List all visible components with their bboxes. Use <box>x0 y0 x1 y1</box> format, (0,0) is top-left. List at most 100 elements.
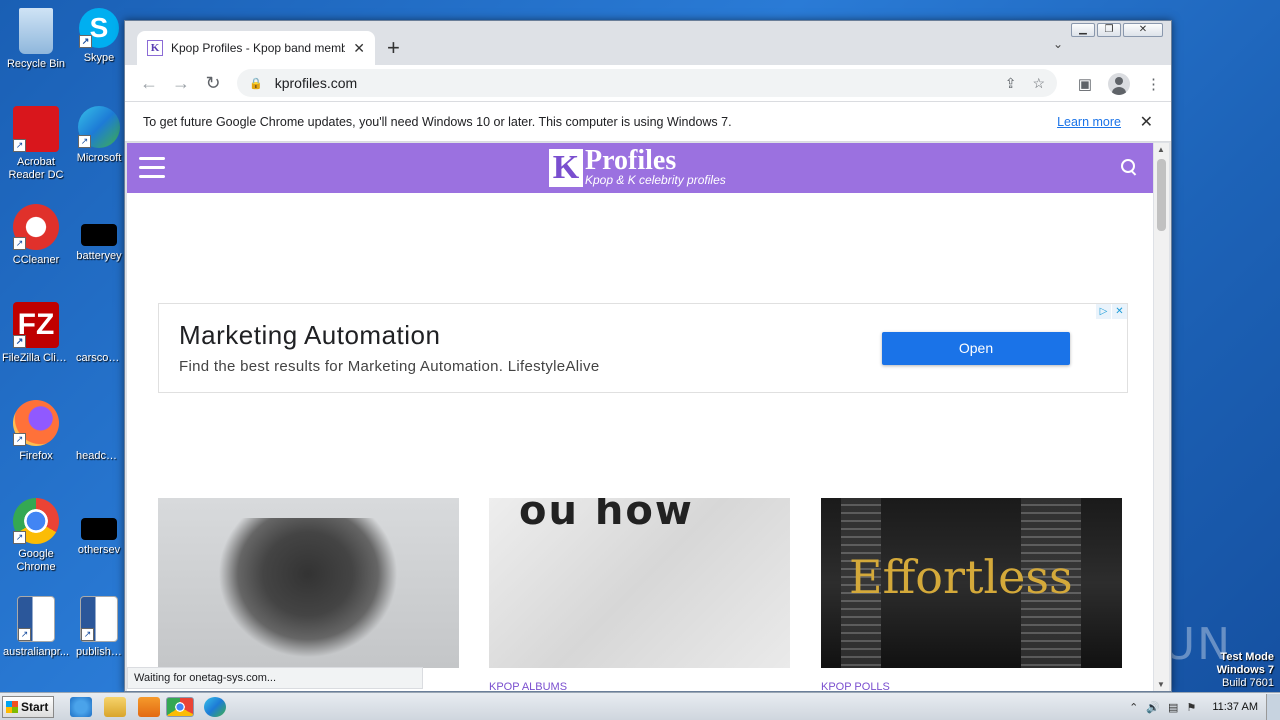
word-icon: ↗ <box>17 596 55 642</box>
address-bar[interactable]: 🔒 kprofiles.com ⇪ ☆ <box>237 69 1057 97</box>
recycle-bin-icon <box>19 8 53 54</box>
file-icon <box>81 518 117 540</box>
file-icon <box>81 224 117 246</box>
reload-button[interactable]: ↻ <box>197 73 229 94</box>
tab-search-chevron-icon[interactable]: ⌄ <box>1053 37 1063 51</box>
desktop-icon-label: headcar... <box>76 450 124 462</box>
chrome-taskbar-icon[interactable] <box>166 697 194 717</box>
desktop-icon-skype[interactable]: S ↗ Skype <box>74 8 124 65</box>
browser-toolbar: ← → ↻ 🔒 kprofiles.com ⇪ ☆ ▣ ⋮ <box>125 65 1171 101</box>
update-infobar: To get future Google Chrome updates, you… <box>125 101 1171 142</box>
desktop-icon-label: publishing <box>76 646 124 658</box>
desktop-icon-filezilla[interactable]: FZ ↗ FileZilla Client <box>0 302 72 365</box>
desktop-icon-label: Acrobat Reader DC <box>8 156 64 181</box>
desktop-icon-label: Recycle Bin <box>6 58 66 70</box>
browser-tab[interactable]: K Kpop Profiles - Kpop band member p ✕ <box>137 31 375 65</box>
desktop-icon-label: FileZilla Client <box>2 352 72 364</box>
tab-close-icon[interactable]: ✕ <box>353 40 365 57</box>
desktop-icon-label: batteryey <box>76 250 122 262</box>
article-card-1[interactable] <box>158 498 459 668</box>
hamburger-menu-icon[interactable] <box>139 157 165 184</box>
desktop-icon-publishing[interactable]: ↗ publishing <box>74 596 124 659</box>
desktop-icon-firefox[interactable]: ↗ Firefox <box>0 400 72 463</box>
bookmark-star-icon[interactable]: ☆ <box>1032 75 1045 92</box>
windows-version-label: Windows 7 <box>1216 664 1274 676</box>
logo-name: Profiles <box>585 145 677 176</box>
lock-icon: 🔒 <box>249 77 263 90</box>
ie-taskbar-icon[interactable] <box>70 697 92 717</box>
favicon-icon: K <box>147 40 163 56</box>
chrome-window: ▁ ❐ ✕ K Kpop Profiles - Kpop band member… <box>124 20 1172 692</box>
start-label: Start <box>21 700 49 714</box>
new-tab-button[interactable]: + <box>387 35 400 61</box>
desktop-icon-label: Firefox <box>19 450 53 462</box>
action-center-flag-icon[interactable]: ⚑ <box>1186 701 1196 714</box>
minimize-button[interactable]: ▁ <box>1071 23 1095 37</box>
forward-button[interactable]: → <box>165 73 197 94</box>
network-icon[interactable]: ▤ <box>1168 701 1178 714</box>
media-player-taskbar-icon[interactable] <box>138 697 160 717</box>
back-button[interactable]: ← <box>133 73 165 94</box>
logo-letter: K <box>549 149 583 187</box>
article-card-3[interactable]: Effortless <box>821 498 1122 668</box>
desktop-icon-australianpr[interactable]: ↗ australianpr... <box>0 596 72 659</box>
ad-choices[interactable]: ▷ ✕ <box>1095 304 1127 319</box>
site-logo[interactable]: K Profiles Kpop & K celebrity profiles <box>549 145 726 187</box>
desktop-icon-label: Google Chrome <box>16 548 56 573</box>
volume-icon[interactable]: 🔊 <box>1146 701 1160 714</box>
acrobat-icon: ↗ <box>13 106 59 152</box>
edge-taskbar-icon[interactable] <box>204 697 226 717</box>
learn-more-link[interactable]: Learn more <box>1057 115 1121 129</box>
ad-banner[interactable]: Marketing Automation Find the best resul… <box>158 303 1128 393</box>
desktop-icon-label: Microsoft <box>76 152 122 164</box>
ad-title: Marketing Automation <box>179 320 441 350</box>
file-icon <box>76 400 122 446</box>
ad-open-button[interactable]: Open <box>882 332 1070 365</box>
desktop-icon-label: australianpr... <box>2 646 70 658</box>
windows-flag-icon <box>6 701 18 713</box>
window-close-button[interactable]: ✕ <box>1123 23 1163 37</box>
tray-expand-icon[interactable]: ⌃ <box>1129 701 1138 714</box>
system-tray: ⌃ 🔊 ▤ ⚑ 11:37 AM <box>1129 693 1280 720</box>
explorer-taskbar-icon[interactable] <box>104 697 126 717</box>
card-category[interactable]: KPOP ALBUMS <box>489 681 567 691</box>
scroll-up-icon[interactable]: ▲ <box>1157 145 1165 154</box>
card-image-text: ou how <box>519 498 694 534</box>
scroll-down-icon[interactable]: ▼ <box>1157 680 1165 689</box>
search-icon[interactable] <box>1121 159 1137 175</box>
test-mode-label: Test Mode <box>1220 651 1274 663</box>
skype-icon: S ↗ <box>79 8 119 48</box>
desktop-icon-headcar[interactable]: headcar... <box>74 400 124 463</box>
desktop-icon-label: CCleaner <box>12 254 60 266</box>
share-icon[interactable]: ⇪ <box>1005 75 1017 92</box>
card-category[interactable]: KPOP POLLS <box>821 681 890 691</box>
desktop-icon-ccleaner[interactable]: ↗ CCleaner <box>0 204 72 267</box>
side-panel-icon[interactable]: ▣ <box>1078 75 1092 93</box>
clock[interactable]: 11:37 AM <box>1212 701 1258 713</box>
profile-avatar-icon[interactable] <box>1108 73 1130 95</box>
desktop-icon-label: carscore... <box>76 352 124 364</box>
article-card-2[interactable]: ou how <box>489 498 790 668</box>
desktop-icon-edge[interactable]: ↗ Microsoft <box>74 106 124 165</box>
desktop-icon-batteryey[interactable]: batteryey <box>74 204 124 263</box>
desktop-icon-othersev[interactable]: othersev <box>74 498 124 557</box>
scrollbar-thumb[interactable] <box>1157 159 1166 231</box>
web-page: K Profiles Kpop & K celebrity profiles M… <box>127 143 1153 691</box>
desktop-icon-label: Skype <box>83 52 115 64</box>
test-mode-overlay: Test Mode Windows 7 Build 7601 <box>1217 651 1274 690</box>
infobar-close-icon[interactable]: ✕ <box>1140 112 1153 132</box>
ad-close-icon[interactable]: ✕ <box>1112 304 1127 319</box>
menu-kebab-icon[interactable]: ⋮ <box>1146 75 1161 93</box>
desktop-icon-recycle-bin[interactable]: Recycle Bin <box>0 8 72 71</box>
desktop-icon-chrome[interactable]: ↗ Google Chrome <box>0 498 72 574</box>
page-scrollbar[interactable]: ▲ ▼ <box>1154 143 1169 691</box>
start-button[interactable]: Start <box>2 696 54 718</box>
restore-button[interactable]: ❐ <box>1097 23 1121 37</box>
desktop-icon-carscore[interactable]: carscore... <box>74 302 124 365</box>
adchoices-icon[interactable]: ▷ <box>1096 304 1111 319</box>
site-header: K Profiles Kpop & K celebrity profiles <box>127 143 1153 193</box>
tab-title: Kpop Profiles - Kpop band member p <box>171 41 346 55</box>
desktop-icon-acrobat[interactable]: ↗ Acrobat Reader DC <box>0 106 72 182</box>
show-desktop-button[interactable] <box>1266 694 1280 720</box>
card-image-text: Effortless <box>849 550 1073 604</box>
